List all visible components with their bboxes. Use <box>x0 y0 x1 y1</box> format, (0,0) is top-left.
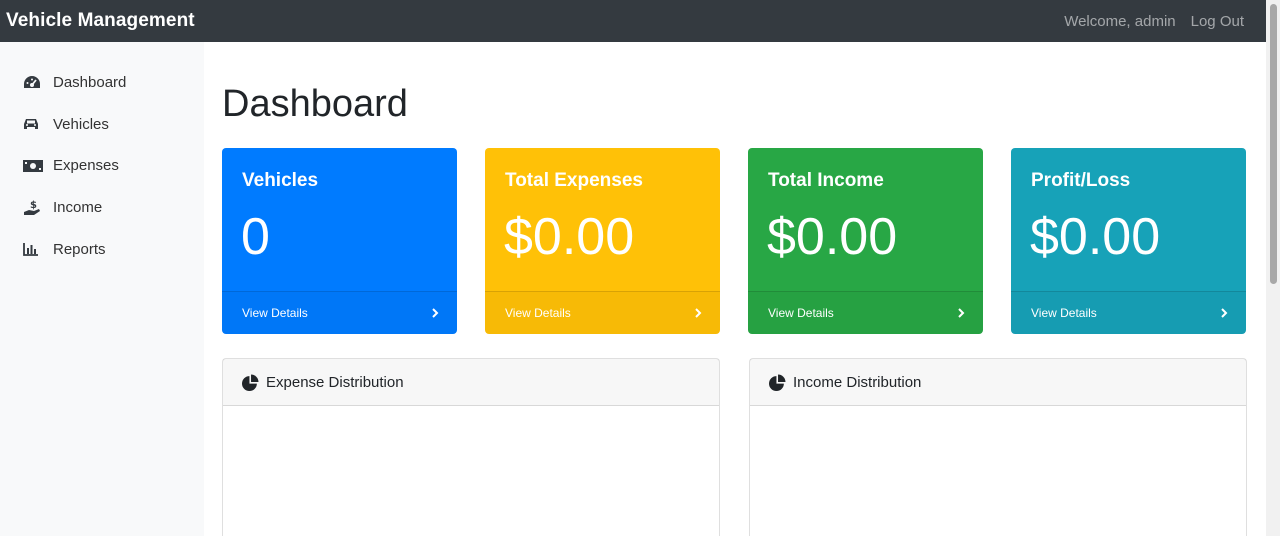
pie-chart-icon <box>769 374 786 391</box>
scrollbar-thumb[interactable] <box>1270 4 1277 284</box>
top-navbar: Vehicle Management Welcome, admin Log Ou… <box>0 0 1266 42</box>
view-details-link[interactable]: View Details <box>485 291 720 334</box>
view-details-link[interactable]: View Details <box>222 291 457 334</box>
view-details-label: View Details <box>768 306 834 320</box>
sidebar-item-reports[interactable]: Reports <box>0 228 204 270</box>
card-title: Total Expenses <box>505 170 643 191</box>
chevron-right-icon <box>1220 308 1228 318</box>
bar-chart-icon <box>23 240 53 258</box>
brand-title[interactable]: Vehicle Management <box>6 10 195 32</box>
card-value: $0.00 <box>1030 208 1161 266</box>
distribution-panels: Expense Distribution Income Distribution <box>222 358 1247 536</box>
profit-loss-card: Profit/Loss $0.00 View Details <box>1011 148 1246 334</box>
logout-link[interactable]: Log Out <box>1191 13 1244 30</box>
page-title: Dashboard <box>222 83 408 125</box>
pie-chart-icon <box>242 374 259 391</box>
svg-text:$: $ <box>30 200 37 211</box>
panel-header: Expense Distribution <box>223 359 719 406</box>
car-icon <box>23 115 53 133</box>
card-title: Profit/Loss <box>1031 170 1131 191</box>
chevron-right-icon <box>694 308 702 318</box>
sidebar-item-label: Income <box>53 199 103 217</box>
sidebar-item-expenses[interactable]: Expenses <box>0 145 204 187</box>
view-details-label: View Details <box>1031 306 1097 320</box>
expense-distribution-panel: Expense Distribution <box>222 358 720 536</box>
sidebar-item-label: Expenses <box>53 157 119 175</box>
panel-title: Expense Distribution <box>266 373 404 391</box>
view-details-label: View Details <box>242 306 308 320</box>
money-bill-icon <box>23 157 53 175</box>
card-title: Vehicles <box>242 170 319 191</box>
welcome-text: Welcome, admin <box>1064 12 1176 30</box>
vehicles-card: Vehicles 0 View Details <box>222 148 457 334</box>
card-value: $0.00 <box>767 208 898 266</box>
navbar-user-area: Welcome, admin Log Out <box>1064 13 1244 30</box>
card-value: 0 <box>241 208 270 266</box>
view-details-label: View Details <box>505 306 571 320</box>
page-scrollbar[interactable] <box>1266 0 1280 536</box>
main-content: Dashboard Vehicles 0 View Details Total … <box>222 42 1247 536</box>
panel-header: Income Distribution <box>750 359 1246 406</box>
sidebar: Dashboard Vehicles Expenses $ Income Rep… <box>0 42 204 536</box>
total-expenses-card: Total Expenses $0.00 View Details <box>485 148 720 334</box>
sidebar-item-income[interactable]: $ Income <box>0 187 204 229</box>
chevron-right-icon <box>431 308 439 318</box>
chevron-right-icon <box>957 308 965 318</box>
card-value: $0.00 <box>504 208 635 266</box>
hand-holding-usd-icon: $ <box>23 199 53 217</box>
summary-cards: Vehicles 0 View Details Total Expenses $… <box>222 148 1247 334</box>
total-income-card: Total Income $0.00 View Details <box>748 148 983 334</box>
view-details-link[interactable]: View Details <box>1011 291 1246 334</box>
sidebar-item-label: Dashboard <box>53 74 127 92</box>
sidebar-item-dashboard[interactable]: Dashboard <box>0 62 204 104</box>
view-details-link[interactable]: View Details <box>748 291 983 334</box>
card-title: Total Income <box>768 170 884 191</box>
tachometer-icon <box>23 74 53 92</box>
sidebar-item-label: Vehicles <box>53 115 109 133</box>
sidebar-item-vehicles[interactable]: Vehicles <box>0 104 204 146</box>
panel-title: Income Distribution <box>793 373 922 391</box>
sidebar-item-label: Reports <box>53 240 106 258</box>
income-distribution-panel: Income Distribution <box>749 358 1247 536</box>
